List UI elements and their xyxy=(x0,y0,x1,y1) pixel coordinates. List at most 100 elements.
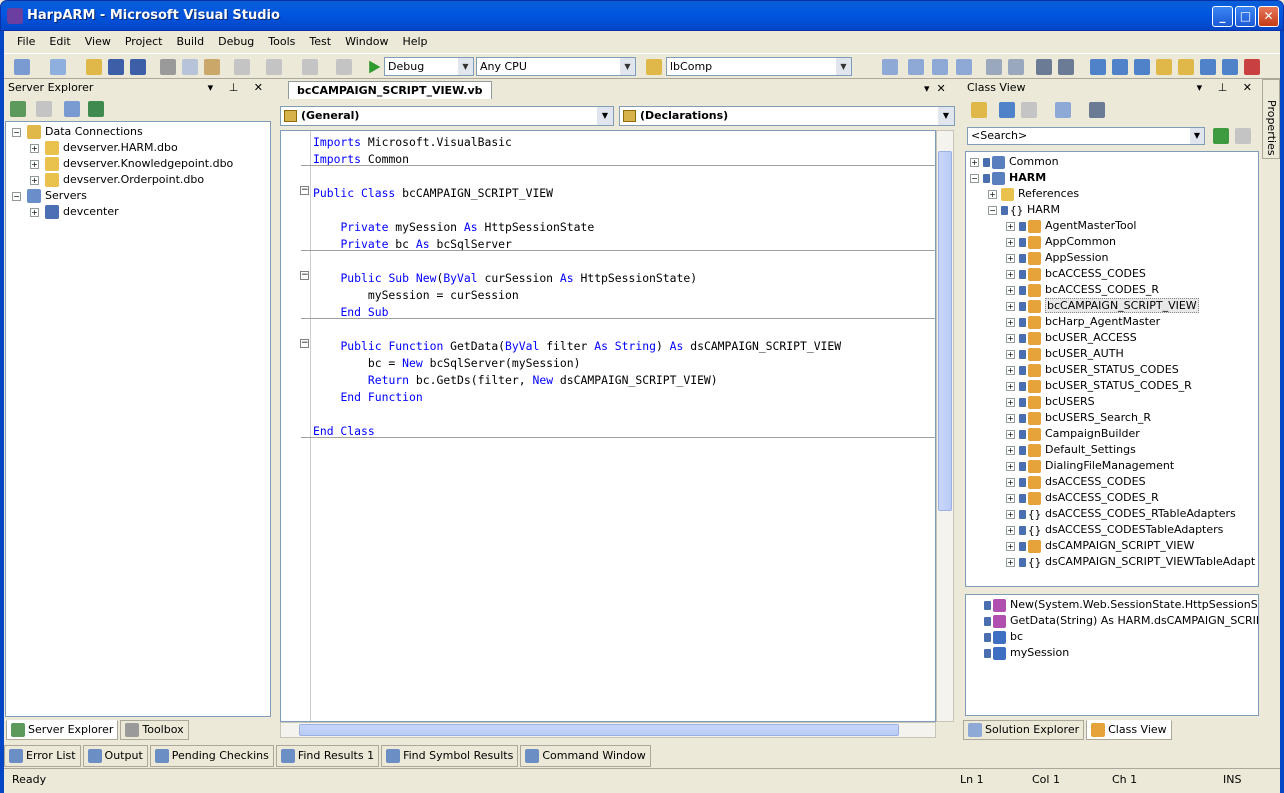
tree-node-connection[interactable]: + devserver.Knowledgepoint.dbo xyxy=(30,156,233,172)
expand-icon[interactable]: + xyxy=(1006,413,1015,423)
clear-bookmarks-icon[interactable] xyxy=(1244,59,1260,75)
cut-icon[interactable] xyxy=(160,59,176,75)
tree-node-harm-namespace[interactable]: − {} HARM xyxy=(988,202,1060,218)
expand-icon[interactable]: + xyxy=(1006,461,1015,471)
tree-node-type[interactable]: + bcACCESS_CODES xyxy=(1006,266,1146,282)
menu-item-project[interactable]: Project xyxy=(118,31,170,53)
tree-node-type[interactable]: + bcACCESS_CODES_R xyxy=(1006,282,1159,298)
class-view-settings-icon[interactable] xyxy=(1055,102,1071,118)
method-name-combo[interactable]: (Declarations) ▼ xyxy=(619,106,955,126)
collapse-icon[interactable]: − xyxy=(970,173,979,183)
tab-server-explorer[interactable]: Server Explorer xyxy=(6,720,119,740)
editor-vertical-scrollbar[interactable] xyxy=(936,130,954,722)
tree-node-type[interactable]: + Default_Settings xyxy=(1006,442,1136,458)
navigate-backward-icon[interactable] xyxy=(302,59,318,75)
new-folder-icon[interactable] xyxy=(971,102,987,118)
tab-find-symbol-results[interactable]: Find Symbol Results xyxy=(381,745,519,767)
menu-item-window[interactable]: Window xyxy=(338,31,395,53)
menu-item-debug[interactable]: Debug xyxy=(211,31,261,53)
tree-node-type[interactable]: + bcUSER_AUTH xyxy=(1006,346,1124,362)
collapse-icon[interactable]: − xyxy=(300,186,309,195)
start-debugging-icon[interactable] xyxy=(369,60,381,74)
expand-icon[interactable]: + xyxy=(1006,349,1015,359)
forward-icon[interactable] xyxy=(1021,102,1037,118)
tab-output[interactable]: Output xyxy=(82,745,148,767)
bookmark-previous-icon[interactable] xyxy=(1112,59,1128,75)
tree-node-type[interactable]: + bcUSERS xyxy=(1006,394,1095,410)
expand-icon[interactable]: + xyxy=(1006,541,1015,551)
tree-node-type[interactable]: + {} dsCAMPAIGN_SCRIPT_VIEWTableAdapt xyxy=(1006,554,1255,570)
tree-node-type[interactable]: + dsCAMPAIGN_SCRIPT_VIEW xyxy=(1006,538,1194,554)
tree-node-server[interactable]: + devcenter xyxy=(30,204,119,220)
panel-window-buttons[interactable]: ▾ ⊥ ✕ xyxy=(208,79,269,97)
tree-node-type[interactable]: + DialingFileManagement xyxy=(1006,458,1174,474)
comment-out-icon[interactable] xyxy=(1036,59,1052,75)
tree-node-type[interactable]: + bcUSERS_Search_R xyxy=(1006,410,1151,426)
maximize-button[interactable]: □ xyxy=(1235,6,1256,27)
solution-platform-combo[interactable]: Any CPU ▼ xyxy=(476,57,636,76)
document-tab[interactable]: bcCAMPAIGN_SCRIPT_VIEW.vb xyxy=(288,81,492,99)
tree-node-servers[interactable]: − Servers xyxy=(12,188,87,204)
tree-node-connection[interactable]: + devserver.HARM.dbo xyxy=(30,140,178,156)
expand-icon[interactable]: + xyxy=(1006,397,1015,407)
tree-node-data-connections[interactable]: − Data Connections xyxy=(12,124,143,140)
expand-icon[interactable]: + xyxy=(1006,445,1015,455)
close-button[interactable]: ✕ xyxy=(1258,6,1279,27)
expand-icon[interactable]: + xyxy=(1006,525,1015,535)
tab-command-window[interactable]: Command Window xyxy=(520,745,651,767)
tab-solution-explorer[interactable]: Solution Explorer xyxy=(963,720,1085,740)
expand-icon[interactable]: + xyxy=(1006,509,1015,519)
connect-to-database-icon[interactable] xyxy=(64,101,80,117)
expand-icon[interactable]: + xyxy=(970,157,979,167)
menu-item-help[interactable]: Help xyxy=(395,31,434,53)
solution-configuration-combo[interactable]: Debug ▼ xyxy=(384,57,474,76)
expand-icon[interactable]: + xyxy=(30,207,39,217)
server-explorer-tree[interactable]: − Data Connections + devserver.HARM.dbo + d… xyxy=(5,121,271,717)
stop-refresh-icon[interactable] xyxy=(36,101,52,117)
decrease-indent-icon[interactable] xyxy=(986,59,1002,75)
expand-icon[interactable]: + xyxy=(1006,317,1015,327)
tree-node-common[interactable]: + Common xyxy=(970,154,1059,170)
class-view-members-list[interactable]: New(System.Web.SessionState.HttpSessionS… xyxy=(965,594,1259,716)
bookmark-folder-previous-icon[interactable] xyxy=(1156,59,1172,75)
minimize-button[interactable]: _ xyxy=(1212,6,1233,27)
expand-icon[interactable]: + xyxy=(1006,493,1015,503)
scrollbar-thumb[interactable] xyxy=(938,151,952,511)
tree-node-type[interactable]: + dsACCESS_CODES_R xyxy=(1006,490,1159,506)
document-tab-buttons[interactable]: ▾ ✕ xyxy=(924,82,946,95)
search-go-icon[interactable] xyxy=(1213,128,1229,144)
bookmark-next-icon[interactable] xyxy=(1134,59,1150,75)
tree-node-type[interactable]: + AgentMasterTool xyxy=(1006,218,1137,234)
tree-node-type[interactable]: + CampaignBuilder xyxy=(1006,426,1140,442)
new-project-icon[interactable] xyxy=(14,59,30,75)
save-all-icon[interactable] xyxy=(130,59,146,75)
tree-node-type[interactable]: + AppCommon xyxy=(1006,234,1116,250)
navigate-forward-icon[interactable] xyxy=(336,59,352,75)
panel-window-buttons[interactable]: ▾ ⊥ ✕ xyxy=(1197,79,1258,97)
bookmark-toggle-icon[interactable] xyxy=(1090,59,1106,75)
find-combo[interactable]: lbComp ▼ xyxy=(666,57,852,76)
expand-icon[interactable]: + xyxy=(988,189,997,199)
tree-node-type[interactable]: + AppSession xyxy=(1006,250,1108,266)
refresh-icon[interactable] xyxy=(10,101,26,117)
tree-node-harm-project[interactable]: − HARM xyxy=(970,170,1046,186)
expand-icon[interactable]: + xyxy=(1006,429,1015,439)
menu-item-tools[interactable]: Tools xyxy=(261,31,302,53)
expand-icon[interactable]: + xyxy=(1006,365,1015,375)
tab-find-results-1[interactable]: Find Results 1 xyxy=(275,745,380,767)
properties-window-icon[interactable] xyxy=(908,59,924,75)
member-item[interactable]: GetData(String) As HARM.dsCAMPAIGN_SCRIP… xyxy=(984,613,1258,629)
tree-node-type[interactable]: + bcUSER_STATUS_CODES xyxy=(1006,362,1179,378)
connect-to-server-icon[interactable] xyxy=(88,101,104,117)
expand-icon[interactable]: + xyxy=(30,175,39,185)
tab-class-view[interactable]: Class View xyxy=(1086,720,1172,740)
menu-item-build[interactable]: Build xyxy=(169,31,211,53)
open-file-icon[interactable] xyxy=(86,59,102,75)
menu-item-test[interactable]: Test xyxy=(302,31,338,53)
expand-icon[interactable]: + xyxy=(30,159,39,169)
bookmark-document-previous-icon[interactable] xyxy=(1200,59,1216,75)
member-item[interactable]: New(System.Web.SessionState.HttpSessionS… xyxy=(984,597,1258,613)
class-view-tree[interactable]: + Common − HARM + References −{} HARM + AgentMast… xyxy=(965,151,1259,587)
collapse-icon[interactable]: − xyxy=(12,191,21,201)
find-in-files-icon[interactable] xyxy=(646,59,662,75)
